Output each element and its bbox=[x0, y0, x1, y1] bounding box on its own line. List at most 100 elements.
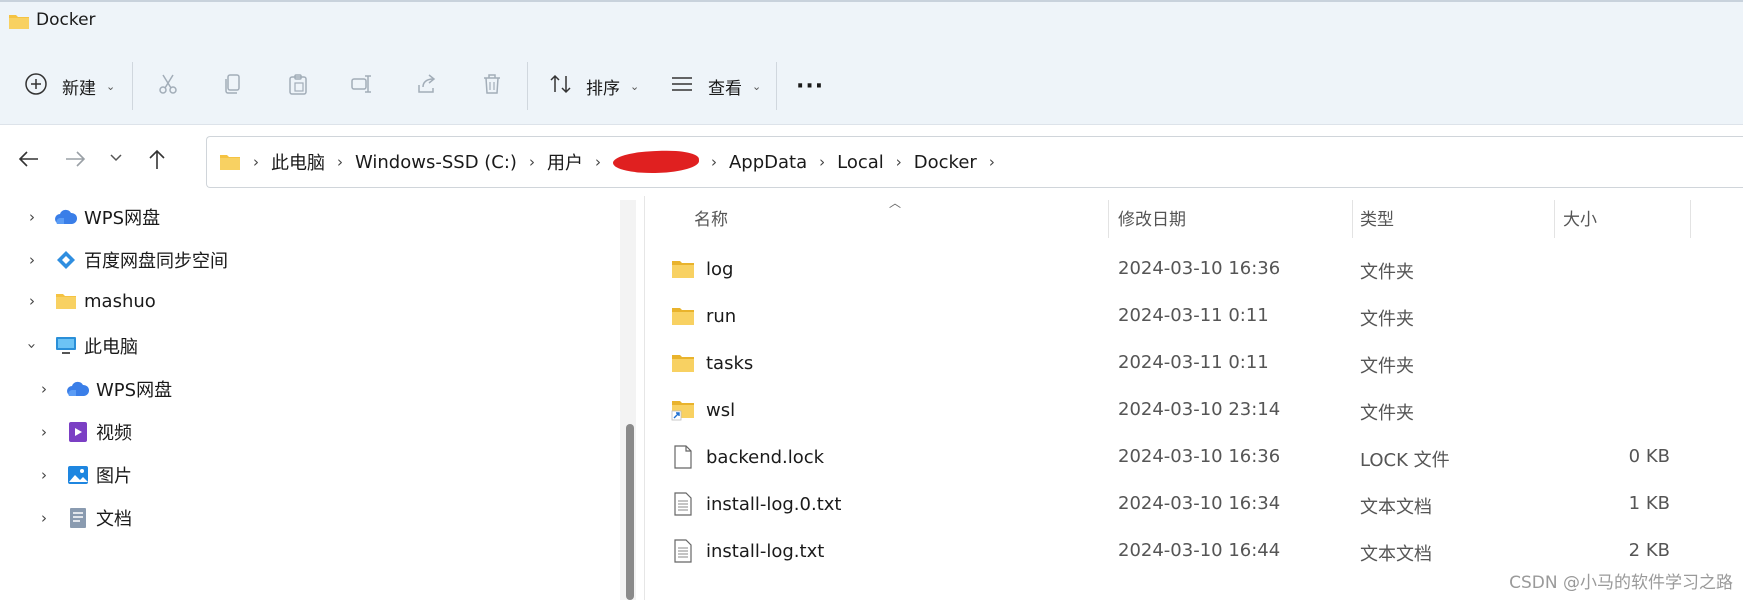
cloud-icon bbox=[54, 206, 78, 228]
nav-item-documents[interactable]: › 文档 bbox=[34, 505, 132, 531]
nav-item-label: 百度网盘同步空间 bbox=[84, 251, 228, 272]
file-type: 文件夹 bbox=[1360, 309, 1414, 330]
nav-item-mashuo[interactable]: › mashuo bbox=[22, 290, 156, 312]
chevron-right-icon[interactable]: › bbox=[22, 292, 42, 310]
chevron-right-icon[interactable]: › bbox=[34, 466, 54, 484]
forward-arrow-icon[interactable] bbox=[64, 148, 86, 174]
file-type: 文件夹 bbox=[1360, 262, 1414, 283]
cut-button[interactable] bbox=[156, 62, 180, 110]
file-row-install-log-0[interactable]: install-log.0.txt 2024-03-10 16:34 文本文档 … bbox=[670, 483, 1690, 525]
breadcrumb-separator-icon: › bbox=[337, 153, 343, 171]
chevron-right-icon[interactable]: › bbox=[34, 380, 54, 398]
copy-icon bbox=[221, 72, 245, 101]
file-date: 2024-03-10 16:36 bbox=[1118, 258, 1281, 279]
up-arrow-icon[interactable] bbox=[146, 148, 168, 174]
breadcrumb-separator-icon: › bbox=[528, 153, 535, 171]
chevron-down-icon[interactable]: › bbox=[23, 336, 41, 356]
delete-button[interactable] bbox=[480, 62, 504, 110]
file-date: 2024-03-10 16:34 bbox=[1118, 493, 1281, 514]
breadcrumb-local[interactable]: Local bbox=[837, 152, 884, 173]
file-date: 2024-03-10 16:44 bbox=[1118, 540, 1281, 561]
more-options-button[interactable]: ··· bbox=[796, 62, 824, 110]
breadcrumb-users[interactable]: 用户 bbox=[547, 149, 583, 175]
file-row-backend-lock[interactable]: backend.lock 2024-03-10 16:36 LOCK 文件 0 … bbox=[670, 436, 1690, 478]
sort-button[interactable]: 排序 ⌄ bbox=[548, 62, 639, 110]
nav-item-pictures[interactable]: › 图片 bbox=[34, 462, 132, 488]
nav-item-this-pc[interactable]: › 此电脑 bbox=[22, 333, 138, 359]
file-row-wsl[interactable]: wsl 2024-03-10 23:14 文件夹 bbox=[670, 389, 1690, 431]
folder-icon bbox=[670, 303, 696, 329]
folder-shortcut-icon bbox=[670, 397, 696, 423]
file-row-install-log[interactable]: install-log.txt 2024-03-10 16:44 文本文档 2 … bbox=[670, 530, 1690, 572]
trash-icon bbox=[480, 72, 504, 101]
breadcrumb-appdata[interactable]: AppData bbox=[729, 152, 807, 173]
nav-scrollbar-thumb[interactable] bbox=[626, 424, 634, 600]
chevron-right-icon[interactable]: › bbox=[34, 423, 54, 441]
column-divider[interactable] bbox=[1554, 200, 1555, 238]
toolbar-divider bbox=[776, 62, 777, 110]
paste-button[interactable] bbox=[286, 62, 310, 110]
title-and-command-bar bbox=[0, 0, 1743, 125]
file-name: install-log.txt bbox=[706, 540, 825, 562]
rename-button[interactable] bbox=[350, 62, 374, 110]
file-date: 2024-03-10 16:36 bbox=[1118, 446, 1281, 467]
more-dots-icon: ··· bbox=[796, 73, 825, 99]
file-date: 2024-03-10 23:14 bbox=[1118, 399, 1281, 420]
nav-item-videos[interactable]: › 视频 bbox=[34, 419, 132, 445]
breadcrumb-drive-c[interactable]: Windows-SSD (C:) bbox=[355, 152, 517, 173]
file-type: 文本文档 bbox=[1360, 497, 1432, 518]
text-file-icon bbox=[670, 491, 696, 517]
nav-item-wps-cloud[interactable]: › WPS网盘 bbox=[22, 204, 160, 230]
nav-item-label: WPS网盘 bbox=[96, 380, 173, 401]
breadcrumb-separator-icon: › bbox=[253, 153, 259, 171]
pane-divider[interactable] bbox=[644, 196, 645, 600]
copy-button[interactable] bbox=[221, 62, 245, 110]
nav-item-baidu-sync[interactable]: › 百度网盘同步空间 bbox=[22, 247, 228, 273]
folder-icon bbox=[670, 350, 696, 376]
column-divider[interactable] bbox=[1108, 200, 1109, 238]
column-header-type[interactable]: 类型 bbox=[1360, 205, 1394, 230]
file-row-tasks[interactable]: tasks 2024-03-11 0:11 文件夹 bbox=[670, 342, 1690, 384]
file-row-log[interactable]: log 2024-03-10 16:36 文件夹 bbox=[670, 248, 1690, 290]
breadcrumb-separator-icon: › bbox=[895, 153, 902, 171]
rename-icon bbox=[350, 72, 374, 101]
column-divider[interactable] bbox=[1690, 200, 1691, 238]
file-row-run[interactable]: run 2024-03-11 0:11 文件夹 bbox=[670, 295, 1690, 337]
plus-circle-icon bbox=[24, 72, 48, 101]
redacted-username-mark[interactable] bbox=[612, 149, 700, 175]
column-header-date-modified[interactable]: 修改日期 bbox=[1118, 205, 1186, 230]
watermark-text: CSDN @小马的软件学习之路 bbox=[1509, 573, 1733, 593]
breadcrumb-this-pc[interactable]: 此电脑 bbox=[271, 149, 325, 175]
navigation-pane: › WPS网盘 › 百度网盘同步空间 › mashuo › 此电脑 › WPS网… bbox=[0, 196, 618, 600]
view-button-label: 查看 bbox=[708, 78, 742, 99]
breadcrumb-docker[interactable]: Docker bbox=[914, 152, 977, 173]
chevron-right-icon[interactable]: › bbox=[34, 509, 54, 527]
chevron-right-icon[interactable]: › bbox=[22, 251, 42, 269]
new-button-label: 新建 bbox=[62, 78, 96, 99]
nav-item-wps-cloud-pc[interactable]: › WPS网盘 bbox=[34, 376, 172, 402]
toolbar-divider bbox=[527, 62, 528, 110]
column-divider[interactable] bbox=[1352, 200, 1353, 238]
column-header-name[interactable]: 名称 bbox=[694, 205, 728, 230]
recent-locations-chevron-icon[interactable] bbox=[108, 146, 124, 172]
sort-arrows-icon bbox=[548, 72, 574, 101]
folder-icon bbox=[670, 256, 696, 282]
window-top-edge bbox=[0, 0, 1743, 2]
sort-button-label: 排序 bbox=[586, 78, 620, 99]
blank-file-icon bbox=[670, 444, 696, 470]
file-name: run bbox=[706, 305, 737, 327]
share-button[interactable] bbox=[415, 62, 439, 110]
nav-item-label: 文档 bbox=[96, 509, 132, 530]
view-lines-icon bbox=[670, 72, 694, 101]
breadcrumb-separator-icon: › bbox=[710, 153, 717, 171]
chevron-down-icon: ⌄ bbox=[106, 79, 116, 93]
new-button[interactable]: 新建 ⌄ bbox=[24, 62, 115, 110]
column-header-size[interactable]: 大小 bbox=[1563, 205, 1597, 230]
chevron-right-icon[interactable]: › bbox=[22, 208, 42, 226]
back-arrow-icon[interactable] bbox=[18, 148, 40, 174]
nav-item-label: WPS网盘 bbox=[84, 208, 161, 229]
folder-icon bbox=[219, 153, 241, 171]
view-button[interactable]: 查看 ⌄ bbox=[670, 62, 761, 110]
breadcrumb-separator-icon: › bbox=[594, 153, 601, 171]
nav-item-label: 此电脑 bbox=[84, 337, 138, 358]
